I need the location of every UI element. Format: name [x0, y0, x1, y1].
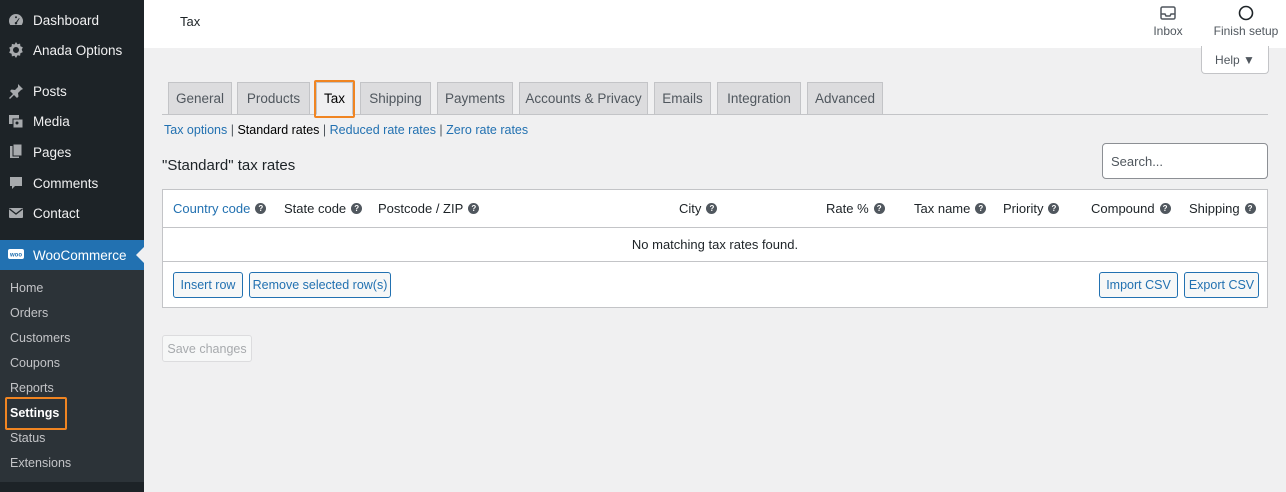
page-title: Tax	[180, 14, 201, 29]
help-tip-icon[interactable]: ?	[706, 203, 718, 214]
dashboard-icon	[8, 12, 24, 28]
menu-label: Dashboard	[33, 12, 100, 28]
help-tip-icon[interactable]: ?	[1159, 203, 1171, 214]
col-label: Country code	[173, 201, 251, 216]
insert-row-button[interactable]: Insert row	[173, 272, 243, 298]
import-csv-button[interactable]: Import CSV	[1099, 272, 1178, 298]
col-state-code: State code?	[284, 201, 363, 216]
empty-message: No matching tax rates found.	[163, 228, 1267, 262]
col-label: Postcode / ZIP	[378, 201, 464, 216]
col-postcode: Postcode / ZIP?	[378, 201, 480, 216]
tab-emails[interactable]: Emails	[654, 82, 711, 115]
col-priority: Priority?	[1003, 201, 1060, 216]
tab-shipping[interactable]: Shipping	[360, 82, 431, 115]
col-tax-name: Tax name?	[914, 201, 987, 216]
menu-label: WooCommerce	[33, 247, 127, 263]
help-tip-icon[interactable]: ?	[1048, 203, 1060, 214]
col-shipping: Shipping?	[1189, 201, 1256, 216]
menu-anada-options[interactable]: Anada Options	[0, 35, 144, 65]
media-icon	[8, 113, 24, 129]
submenu-extensions[interactable]: Extensions	[10, 453, 71, 473]
finish-setup-label: Finish setup	[1213, 24, 1279, 38]
submenu-customers[interactable]: Customers	[10, 328, 70, 348]
col-compound: Compound?	[1091, 201, 1171, 216]
col-label: Compound	[1091, 201, 1155, 216]
help-button[interactable]: Help ▼	[1201, 46, 1269, 74]
subnav-separator: |	[227, 123, 238, 137]
progress-circle-icon	[1237, 4, 1255, 22]
settings-highlight-box	[5, 397, 67, 430]
subnav-zero-rate[interactable]: Zero rate rates	[446, 123, 528, 137]
subnav-separator: |	[435, 123, 447, 137]
tax-subnav: Tax options | Standard rates | Reduced r…	[164, 123, 528, 137]
help-tip-icon[interactable]: ?	[975, 203, 987, 214]
col-label: City	[679, 201, 702, 216]
pin-icon	[8, 83, 24, 99]
col-rate: Rate %?	[826, 201, 885, 216]
pages-icon	[8, 144, 24, 160]
col-label: Shipping	[1189, 201, 1240, 216]
table-header: Country code? State code? Postcode / ZIP…	[163, 190, 1267, 228]
menu-label: Contact	[33, 205, 80, 221]
save-changes-button[interactable]: Save changes	[162, 335, 252, 362]
menu-label: Media	[33, 113, 70, 129]
search-input[interactable]	[1102, 143, 1268, 179]
finish-setup-button[interactable]: Finish setup	[1212, 4, 1280, 38]
col-label: Tax name	[914, 201, 971, 216]
tab-products[interactable]: Products	[237, 82, 310, 115]
inbox-label: Inbox	[1153, 24, 1183, 38]
menu-contact[interactable]: Contact	[0, 198, 144, 228]
help-tip-icon[interactable]: ?	[1244, 203, 1256, 214]
tab-general[interactable]: General	[168, 82, 232, 115]
tab-accounts-privacy[interactable]: Accounts & Privacy	[519, 82, 648, 115]
tab-payments[interactable]: Payments	[437, 82, 513, 115]
subnav-separator: |	[319, 123, 330, 137]
menu-label: Anada Options	[33, 42, 123, 58]
submenu-reports[interactable]: Reports	[10, 378, 54, 398]
submenu-orders[interactable]: Orders	[10, 303, 48, 323]
svg-text:woo: woo	[9, 253, 22, 259]
inbox-button[interactable]: Inbox	[1148, 4, 1188, 38]
menu-label: Pages	[33, 144, 72, 160]
inbox-icon	[1159, 4, 1177, 22]
col-country-code[interactable]: Country code?	[173, 201, 267, 216]
current-menu-arrow	[136, 247, 144, 263]
col-label: State code	[284, 201, 347, 216]
submenu-status[interactable]: Status	[10, 428, 45, 448]
woocommerce-submenu	[0, 270, 144, 482]
woocommerce-icon: woo	[8, 247, 24, 263]
section-title: "Standard" tax rates	[162, 157, 296, 174]
subnav-tax-options[interactable]: Tax options	[164, 123, 227, 137]
menu-comments[interactable]: Comments	[0, 168, 144, 198]
gear-icon	[8, 42, 24, 58]
menu-label: Comments	[33, 175, 99, 191]
col-label: Rate %	[826, 201, 869, 216]
col-city: City?	[679, 201, 718, 216]
help-tip-icon[interactable]: ?	[351, 203, 363, 214]
col-label: Priority	[1003, 201, 1044, 216]
comment-icon	[8, 175, 24, 191]
remove-rows-button[interactable]: Remove selected row(s)	[249, 272, 391, 298]
menu-posts[interactable]: Posts	[0, 76, 144, 106]
menu-dashboard[interactable]: Dashboard	[0, 5, 144, 35]
tab-advanced[interactable]: Advanced	[807, 82, 883, 115]
menu-media[interactable]: Media	[0, 106, 144, 136]
menu-label: Posts	[33, 83, 67, 99]
admin-sidebar: Dashboard Anada Options Posts Media Page…	[0, 0, 144, 492]
top-bar: Tax Inbox Finish setup	[144, 0, 1286, 48]
tab-integration[interactable]: Integration	[717, 82, 801, 115]
mail-icon	[8, 205, 24, 221]
export-csv-button[interactable]: Export CSV	[1184, 272, 1259, 298]
subnav-reduced-rate[interactable]: Reduced rate rates	[330, 123, 436, 137]
help-tip-icon[interactable]: ?	[255, 203, 267, 214]
menu-woocommerce[interactable]: woo WooCommerce	[0, 240, 144, 270]
help-tip-icon[interactable]: ?	[468, 203, 480, 214]
tax-rates-table: Country code? State code? Postcode / ZIP…	[162, 189, 1268, 308]
subnav-standard-rates: Standard rates	[237, 123, 320, 137]
submenu-home[interactable]: Home	[10, 278, 43, 298]
tax-tab-highlight-box	[314, 80, 355, 118]
menu-pages[interactable]: Pages	[0, 137, 144, 167]
submenu-coupons[interactable]: Coupons	[10, 353, 60, 373]
help-tip-icon[interactable]: ?	[873, 203, 885, 214]
